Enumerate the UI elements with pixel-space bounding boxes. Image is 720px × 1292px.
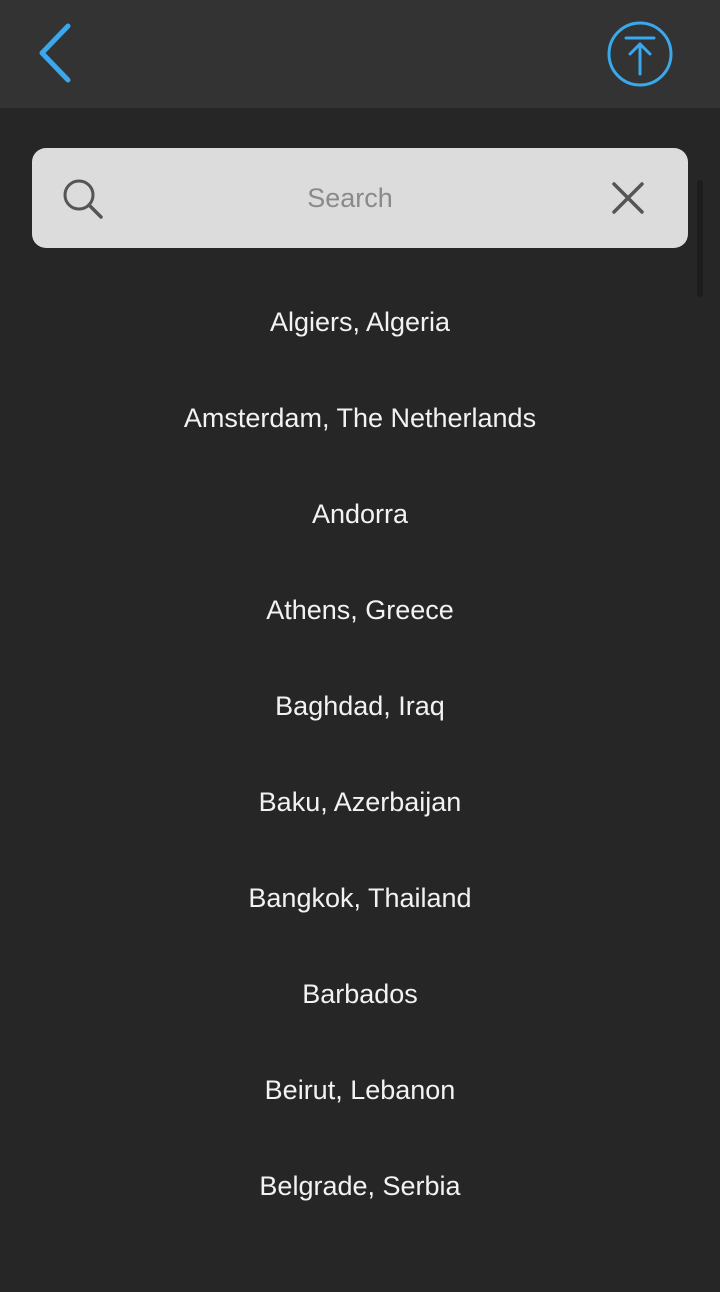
city-item-baghdad[interactable]: Baghdad, Iraq [0, 658, 720, 754]
scroll-to-top-icon[interactable] [606, 20, 674, 88]
top-bar [0, 0, 720, 108]
back-chevron-icon[interactable] [30, 20, 80, 86]
city-item-athens[interactable]: Athens, Greece [0, 562, 720, 658]
city-item-belgrade[interactable]: Belgrade, Serbia [0, 1138, 720, 1234]
city-item-algiers[interactable]: Algiers, Algeria [0, 274, 720, 370]
search-input[interactable] [130, 168, 570, 228]
search-icon [63, 179, 103, 219]
city-item-bangkok[interactable]: Bangkok, Thailand [0, 850, 720, 946]
city-item-andorra[interactable]: Andorra [0, 466, 720, 562]
city-item-barbados[interactable]: Barbados [0, 946, 720, 1042]
city-item-beirut[interactable]: Beirut, Lebanon [0, 1042, 720, 1138]
city-item-baku[interactable]: Baku, Azerbaijan [0, 754, 720, 850]
close-icon[interactable] [606, 176, 650, 220]
city-list: Algiers, Algeria Amsterdam, The Netherla… [0, 274, 720, 1234]
city-item-amsterdam[interactable]: Amsterdam, The Netherlands [0, 370, 720, 466]
